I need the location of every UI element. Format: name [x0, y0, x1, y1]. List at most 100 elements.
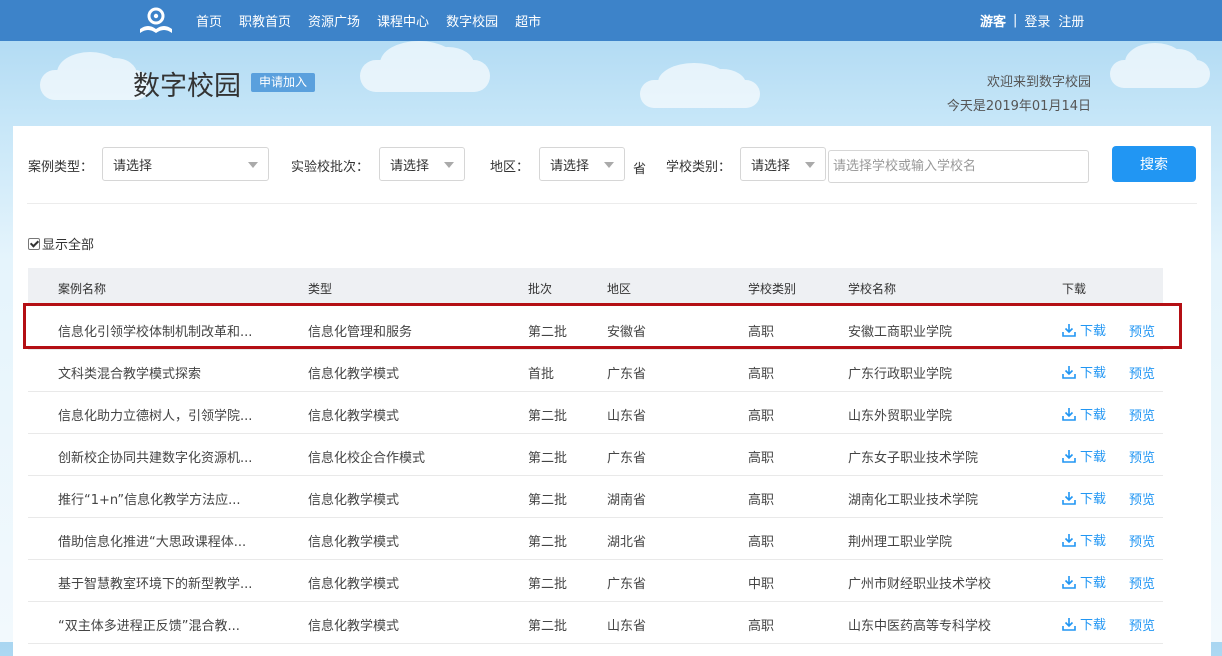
batch-cell: 首批: [528, 367, 555, 382]
case-name-cell[interactable]: 借助信息化推进“大思政课程体...: [58, 531, 246, 550]
checkbox-checked-icon[interactable]: [28, 237, 40, 250]
nav-item-home[interactable]: 首页: [196, 11, 222, 30]
table-row: 信息化引领学校体制机制改革和... 信息化管理和服务 第二批 安徽省 高职 安徽…: [28, 308, 1163, 350]
case-name-cell[interactable]: 信息化助力立德树人，引领学院...: [58, 405, 252, 424]
case-name-cell[interactable]: 创新校企协同共建数字化资源机...: [58, 447, 252, 466]
nav-item-course-center[interactable]: 课程中心: [377, 11, 429, 30]
region-cell: 山东省: [607, 409, 647, 424]
batch-cell: 第二批: [528, 325, 568, 340]
batch-cell: 第二批: [528, 451, 568, 466]
school-search-input[interactable]: [828, 150, 1089, 183]
show-all-checkbox[interactable]: 显示全部: [28, 234, 94, 253]
cloud-decoration: [1110, 43, 1210, 88]
nav-item-resource-square[interactable]: 资源广场: [308, 11, 360, 30]
school-name-cell: 广州市财经职业技术学校: [848, 577, 992, 592]
chevron-down-icon: [805, 162, 815, 168]
type-cell: 信息化管理和服务: [308, 325, 413, 340]
cloud-decoration: [640, 63, 760, 108]
type-cell: 信息化校企合作模式: [308, 451, 426, 466]
region-cell: 湖南省: [607, 493, 647, 508]
preview-link[interactable]: 预览: [1129, 321, 1155, 340]
download-icon: [1062, 491, 1076, 505]
download-link[interactable]: 下载: [1062, 488, 1106, 507]
site-logo-icon[interactable]: [136, 5, 176, 37]
download-label: 下载: [1080, 492, 1107, 507]
preview-link[interactable]: 预览: [1129, 531, 1155, 550]
download-label: 下载: [1080, 534, 1107, 549]
nav-item-digital-campus[interactable]: 数字校园: [446, 11, 498, 30]
school-name-cell: 广东行政职业学院: [848, 367, 953, 382]
download-icon: [1062, 533, 1076, 547]
table-header: 案例名称 类型 批次 地区 学校类别 学校名称 下载: [28, 268, 1163, 303]
download-label: 下载: [1080, 366, 1107, 381]
school-type-cell: 高职: [748, 409, 775, 424]
school-type-cell: 高职: [748, 493, 775, 508]
school-name-cell: 安徽工商职业学院: [848, 325, 953, 340]
type-cell: 信息化教学模式: [308, 493, 400, 508]
school-type-cell: 高职: [748, 619, 775, 634]
apply-join-button[interactable]: 申请加入: [251, 73, 316, 92]
download-icon: [1062, 407, 1076, 421]
school-type-select[interactable]: 请选择: [740, 147, 826, 181]
filter-divider: [27, 203, 1197, 204]
today-date-text: 今天是2019年01月14日: [946, 99, 1091, 114]
download-link[interactable]: 下载: [1062, 320, 1106, 339]
type-cell: 信息化教学模式: [308, 535, 400, 550]
table-row: 信息化助力立德树人，引领学院... 信息化教学模式 第二批 山东省 高职 山东外…: [28, 392, 1163, 434]
download-link[interactable]: 下载: [1062, 530, 1106, 549]
user-bar: 游客 | 登录 注册: [980, 0, 1092, 41]
region-label: 地区：: [490, 160, 530, 175]
batch-value: 请选择: [390, 158, 430, 174]
table-row: 创新校企协同共建数字化资源机... 信息化校企合作模式 第二批 广东省 高职 广…: [28, 434, 1163, 476]
case-type-value: 请选择: [113, 158, 153, 174]
case-name-cell[interactable]: 基于智慧教室环境下的新型教学...: [58, 573, 252, 592]
preview-link[interactable]: 预览: [1129, 573, 1155, 592]
search-button[interactable]: 搜索: [1112, 146, 1196, 182]
school-type-cell: 高职: [748, 451, 775, 466]
region-select[interactable]: 请选择: [539, 147, 625, 181]
nav-item-vocational-home[interactable]: 职教首页: [239, 11, 291, 30]
school-type-cell: 中职: [748, 577, 775, 592]
top-nav-bar: 首页 职教首页 资源广场 课程中心 数字校园 超市 游客 | 登录 注册: [0, 0, 1222, 41]
batch-cell: 第二批: [528, 493, 568, 508]
th-batch: 批次: [528, 282, 553, 296]
type-cell: 信息化教学模式: [308, 619, 400, 634]
th-type: 类型: [308, 282, 333, 296]
th-region: 地区: [607, 282, 632, 296]
preview-link[interactable]: 预览: [1129, 405, 1155, 424]
region-cell: 广东省: [607, 577, 647, 592]
register-link[interactable]: 注册: [1058, 11, 1084, 30]
download-link[interactable]: 下载: [1062, 404, 1106, 423]
school-name-cell: 广东女子职业技术学院: [848, 451, 979, 466]
type-cell: 信息化教学模式: [308, 409, 400, 424]
download-link[interactable]: 下载: [1062, 362, 1106, 381]
batch-select[interactable]: 请选择: [379, 147, 465, 181]
table-row: 借助信息化推进“大思政课程体... 信息化教学模式 第二批 湖北省 高职 荆州理…: [28, 518, 1163, 560]
download-link[interactable]: 下载: [1062, 572, 1106, 591]
user-separator: |: [1013, 13, 1018, 28]
download-icon: [1062, 449, 1076, 463]
chevron-down-icon: [444, 162, 454, 168]
school-type-cell: 高职: [748, 325, 775, 340]
preview-link[interactable]: 预览: [1129, 363, 1155, 382]
case-name-cell[interactable]: “双主体多进程正反馈”混合教...: [58, 615, 240, 634]
batch-label: 实验校批次：: [291, 160, 370, 175]
download-link[interactable]: 下载: [1062, 614, 1106, 633]
case-name-cell[interactable]: 推行“1+n”信息化教学方法应...: [58, 489, 241, 508]
school-type-value: 请选择: [751, 158, 791, 174]
download-icon: [1062, 575, 1076, 589]
case-name-cell[interactable]: 文科类混合教学模式探索: [58, 363, 201, 382]
case-name-cell[interactable]: 信息化引领学校体制机制改革和...: [58, 321, 252, 340]
preview-link[interactable]: 预览: [1129, 447, 1155, 466]
download-link[interactable]: 下载: [1062, 446, 1106, 465]
case-type-select[interactable]: 请选择: [102, 147, 269, 181]
table-row: 文科类混合教学模式探索 信息化教学模式 首批 广东省 高职 广东行政职业学院 下…: [28, 350, 1163, 392]
download-label: 下载: [1080, 576, 1107, 591]
nav-item-market[interactable]: 超市: [515, 11, 541, 30]
type-cell: 信息化教学模式: [308, 367, 400, 382]
main-nav: 首页 职教首页 资源广场 课程中心 数字校园 超市: [196, 0, 558, 41]
th-school-name: 学校名称: [848, 282, 897, 296]
preview-link[interactable]: 预览: [1129, 615, 1155, 634]
preview-link[interactable]: 预览: [1129, 489, 1155, 508]
login-link[interactable]: 登录: [1024, 11, 1050, 30]
